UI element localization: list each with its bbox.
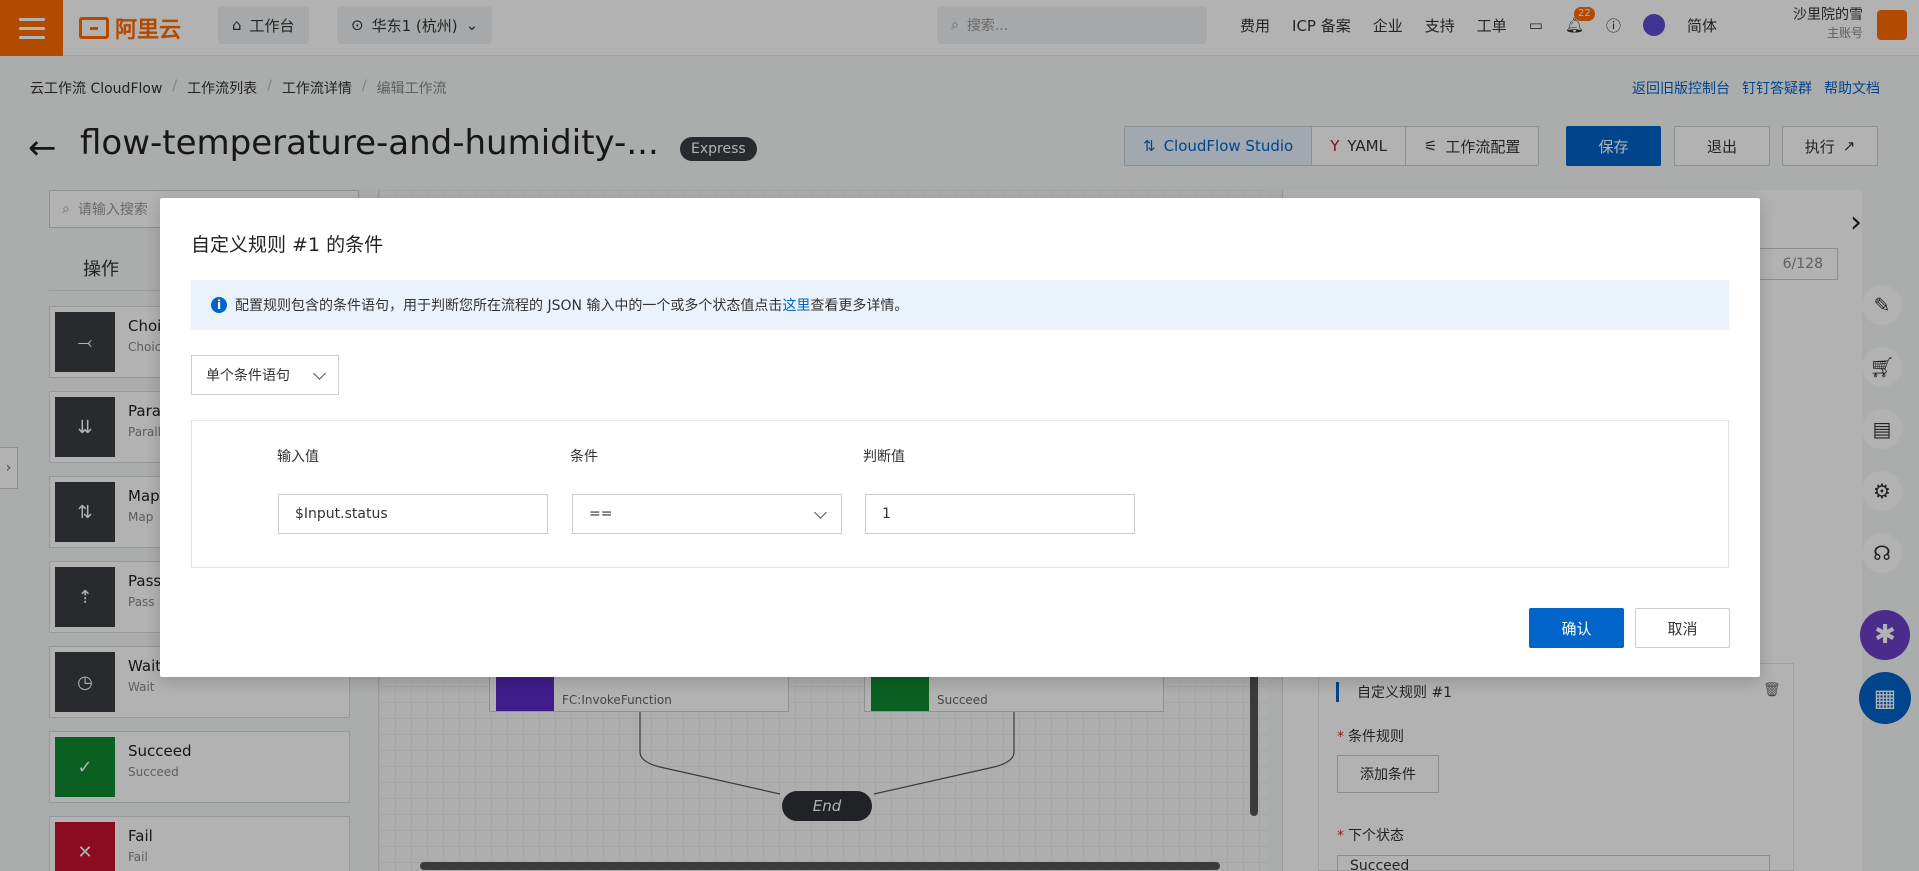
operator-select[interactable]: ==	[572, 494, 842, 534]
confirm-button[interactable]: 确认	[1529, 608, 1624, 648]
condition-type-select[interactable]: 单个条件语句	[191, 355, 339, 395]
dialog-title: 自定义规则 #1 的条件	[191, 234, 384, 256]
condition-type-value: 单个条件语句	[206, 368, 290, 384]
info-text-suffix: 查看更多详情。	[810, 298, 909, 314]
info-banner: i 配置规则包含的条件语句，用于判断您所在流程的 JSON 输入中的一个或多个状…	[191, 280, 1729, 330]
chevron-down-icon	[313, 366, 326, 380]
input-value-text: $Input.status	[295, 506, 388, 522]
condition-dialog: 自定义规则 #1 的条件 i 配置规则包含的条件语句，用于判断您所在流程的 JS…	[160, 198, 1760, 677]
info-text: 配置规则包含的条件语句，用于判断您所在流程的 JSON 输入中的一个或多个状态值…	[235, 295, 908, 315]
info-icon: i	[211, 297, 227, 313]
info-link[interactable]: 这里	[782, 298, 810, 314]
input-value-field[interactable]: $Input.status	[278, 494, 548, 534]
compare-value-text: 1	[882, 506, 891, 522]
input-value-label: 输入值	[277, 449, 319, 465]
chevron-down-icon	[814, 505, 827, 519]
operator-value: ==	[589, 506, 613, 522]
compare-value-label: 判断值	[863, 449, 905, 465]
info-text-main: 配置规则包含的条件语句，用于判断您所在流程的 JSON 输入中的一个或多个状态值…	[235, 298, 783, 314]
operator-label: 条件	[570, 449, 598, 465]
compare-value-field[interactable]: 1	[865, 494, 1135, 534]
cancel-button[interactable]: 取消	[1635, 608, 1730, 648]
